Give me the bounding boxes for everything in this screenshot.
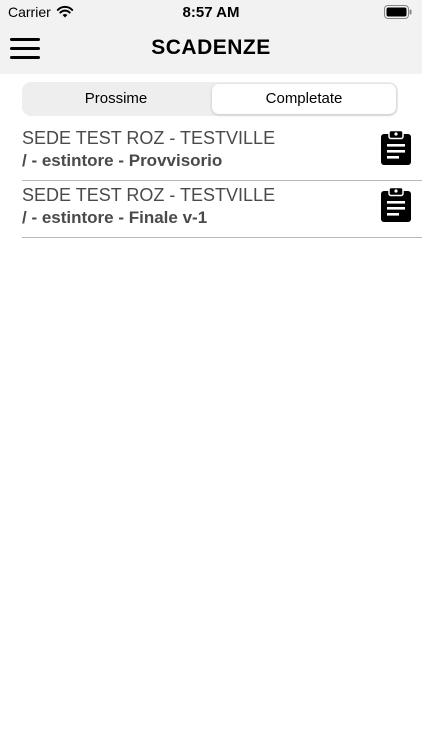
segment-prossime[interactable]: Prossime [24, 84, 208, 114]
list-item-site: SEDE TEST ROZ - TESTVILLE [22, 128, 276, 148]
status-bar: Carrier 8:57 AM [0, 0, 422, 26]
hamburger-menu-icon[interactable] [10, 38, 42, 62]
list-item-site: SEDE TEST ROZ - TESTVILLE [22, 185, 276, 205]
segment-completate[interactable]: Completate [212, 84, 396, 114]
navigation-bar: SCADENZE [0, 26, 422, 74]
segmented-control: Prossime Completate [22, 82, 398, 116]
clipboard-icon[interactable] [380, 130, 412, 166]
list-item-detail: / - estintore - Provvisorio [22, 151, 223, 170]
list-item[interactable]: SEDE TEST ROZ - TESTVILLE / - estintore … [22, 181, 422, 238]
list-item[interactable]: SEDE TEST ROZ - TESTVILLE / - estintore … [22, 124, 422, 181]
status-time: 8:57 AM [182, 4, 240, 21]
page-title: SCADENZE [151, 36, 271, 59]
list-item-detail: / - estintore - Finale v-1 [22, 208, 208, 227]
battery-icon [384, 5, 412, 19]
deadline-list: SEDE TEST ROZ - TESTVILLE / - estintore … [22, 124, 422, 238]
clipboard-icon[interactable] [380, 187, 412, 223]
